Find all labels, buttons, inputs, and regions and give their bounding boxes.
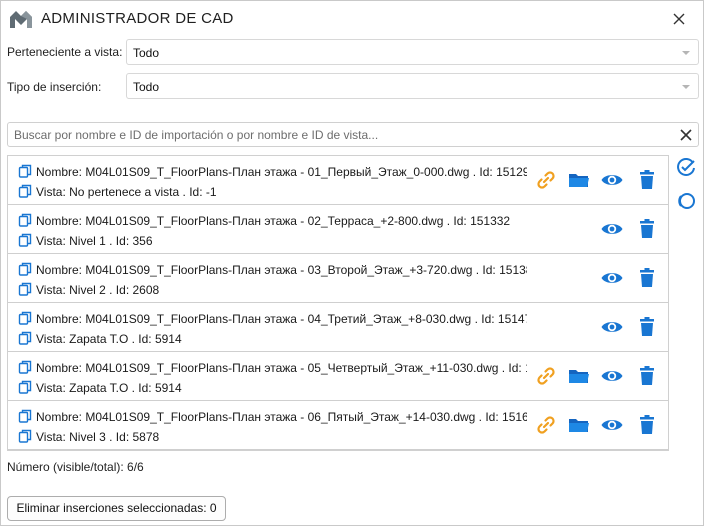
delete-button[interactable] xyxy=(635,315,659,339)
item-view-text: Vista: Zapata T.O . Id: 5914 xyxy=(36,381,182,395)
item-name-text: Nombre: M04L01S09_T_FloorPlans-План этаж… xyxy=(36,263,527,277)
link-icon xyxy=(534,168,558,192)
trash-icon xyxy=(635,315,659,339)
item-view-text: Vista: Zapata T.O . Id: 5914 xyxy=(36,332,182,346)
list-item[interactable]: Nombre: M04L01S09_T_FloorPlans-План этаж… xyxy=(8,401,668,450)
delete-button[interactable] xyxy=(635,217,659,241)
open-folder-button[interactable] xyxy=(567,168,591,192)
close-icon[interactable] xyxy=(669,9,689,29)
delete-button[interactable] xyxy=(635,413,659,437)
eye-icon xyxy=(600,266,624,290)
check-all-icon[interactable] xyxy=(676,157,696,177)
delete-button[interactable] xyxy=(635,168,659,192)
show-view-button[interactable] xyxy=(600,266,624,290)
copy-icon[interactable] xyxy=(18,184,32,198)
eye-icon xyxy=(600,364,624,388)
delete-button[interactable] xyxy=(635,266,659,290)
eye-icon xyxy=(600,413,624,437)
app-logo-icon xyxy=(10,11,32,28)
copy-icon[interactable] xyxy=(18,282,32,296)
list-item[interactable]: Nombre: M04L01S09_T_FloorPlans-План этаж… xyxy=(8,352,668,401)
chevron-down-icon xyxy=(682,51,690,55)
search-input[interactable] xyxy=(14,126,674,144)
link-icon xyxy=(534,413,558,437)
item-view-text: Vista: Nivel 2 . Id: 2608 xyxy=(36,283,160,297)
delete-selected-button[interactable]: Eliminar inserciones seleccionadas: 0 xyxy=(7,496,226,521)
insertions-list: Nombre: M04L01S09_T_FloorPlans-План этаж… xyxy=(7,155,669,451)
count-label: Número (visible/total): 6/6 xyxy=(7,460,144,474)
insertion-type-label: Tipo de inserción: xyxy=(7,80,102,94)
copy-icon[interactable] xyxy=(18,311,32,325)
show-view-button[interactable] xyxy=(600,364,624,388)
delete-button[interactable] xyxy=(635,364,659,388)
copy-icon[interactable] xyxy=(18,164,32,178)
link-icon xyxy=(534,364,558,388)
copy-icon[interactable] xyxy=(18,262,32,276)
item-name-text: Nombre: M04L01S09_T_FloorPlans-План этаж… xyxy=(36,361,527,375)
view-filter-value: Todo xyxy=(133,46,160,60)
chevron-down-icon xyxy=(682,85,690,89)
copy-icon[interactable] xyxy=(18,233,32,247)
item-name-text: Nombre: M04L01S09_T_FloorPlans-План этаж… xyxy=(36,410,527,424)
folder-icon xyxy=(567,168,591,192)
copy-icon[interactable] xyxy=(18,429,32,443)
insertion-type-value: Todo xyxy=(133,80,160,94)
trash-icon xyxy=(635,364,659,388)
trash-icon xyxy=(635,266,659,290)
copy-icon[interactable] xyxy=(18,409,32,423)
eye-icon xyxy=(600,168,624,192)
trash-icon xyxy=(635,413,659,437)
list-item[interactable]: Nombre: M04L01S09_T_FloorPlans-План этаж… xyxy=(8,205,668,254)
item-name-text: Nombre: M04L01S09_T_FloorPlans-План этаж… xyxy=(36,165,527,179)
item-name-text: Nombre: M04L01S09_T_FloorPlans-План этаж… xyxy=(36,214,511,228)
copy-icon[interactable] xyxy=(18,380,32,394)
link-button[interactable] xyxy=(534,413,558,437)
view-filter-select[interactable]: Todo xyxy=(126,39,699,65)
show-view-button[interactable] xyxy=(600,315,624,339)
folder-icon xyxy=(567,364,591,388)
copy-icon[interactable] xyxy=(18,360,32,374)
eye-icon xyxy=(600,217,624,241)
trash-icon xyxy=(635,217,659,241)
show-view-button[interactable] xyxy=(600,217,624,241)
copy-icon[interactable] xyxy=(18,213,32,227)
view-filter-label: Perteneciente a vista: xyxy=(7,45,123,59)
copy-icon[interactable] xyxy=(18,331,32,345)
item-view-text: Vista: Nivel 3 . Id: 5878 xyxy=(36,430,160,444)
item-view-text: Vista: No pertenece a vista . Id: -1 xyxy=(36,185,217,199)
link-button[interactable] xyxy=(534,168,558,192)
folder-icon xyxy=(567,413,591,437)
app-title: ADMINISTRADOR DE CAD xyxy=(41,10,234,27)
list-item[interactable]: Nombre: M04L01S09_T_FloorPlans-План этаж… xyxy=(8,156,668,205)
cad-manager-window: ADMINISTRADOR DE CAD Perteneciente a vis… xyxy=(0,0,704,526)
open-folder-button[interactable] xyxy=(567,364,591,388)
open-folder-button[interactable] xyxy=(567,413,591,437)
uncheck-all-icon[interactable] xyxy=(676,191,696,211)
item-name-text: Nombre: M04L01S09_T_FloorPlans-План этаж… xyxy=(36,312,527,326)
list-item[interactable]: Nombre: M04L01S09_T_FloorPlans-План этаж… xyxy=(8,254,668,303)
title-bar: ADMINISTRADOR DE CAD xyxy=(1,1,703,37)
show-view-button[interactable] xyxy=(600,413,624,437)
show-view-button[interactable] xyxy=(600,168,624,192)
list-item[interactable]: Nombre: M04L01S09_T_FloorPlans-План этаж… xyxy=(8,303,668,352)
eye-icon xyxy=(600,315,624,339)
clear-search-icon[interactable] xyxy=(678,127,694,143)
trash-icon xyxy=(635,168,659,192)
link-button[interactable] xyxy=(534,364,558,388)
item-view-text: Vista: Nivel 1 . Id: 356 xyxy=(36,234,153,248)
search-box xyxy=(7,122,699,147)
insertion-type-select[interactable]: Todo xyxy=(126,73,699,99)
